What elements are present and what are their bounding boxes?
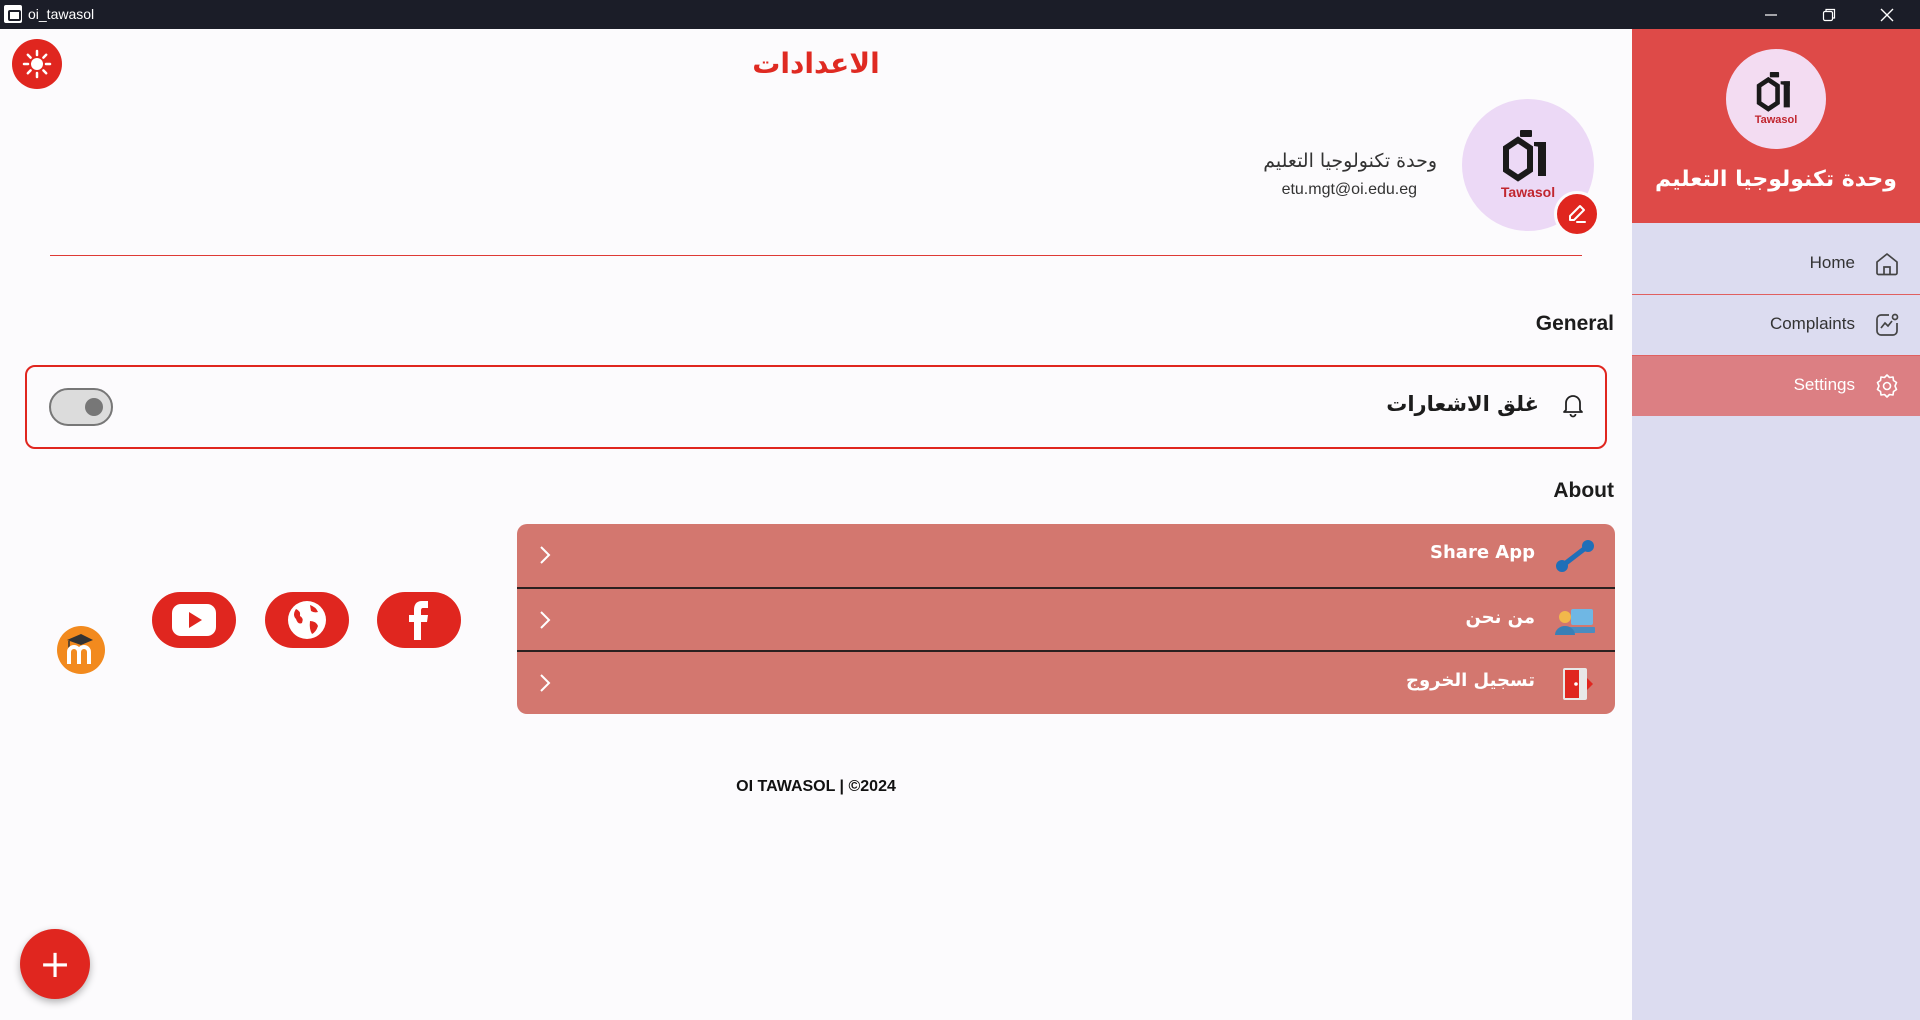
window-titlebar: oi_tawasol	[0, 0, 1920, 29]
profile-avatar: Tawasol	[1462, 99, 1600, 237]
toggle-knob	[85, 398, 103, 416]
app-icon	[4, 5, 22, 23]
globe-icon	[288, 601, 326, 639]
sidebar: Tawasol وحدة تكنولوجيا التعليم Home Comp…	[1632, 29, 1920, 1020]
website-button[interactable]	[265, 592, 349, 648]
share-app-label: Share App	[1430, 542, 1535, 563]
page-title: الاعدادات	[752, 47, 880, 80]
sidebar-logo-text: Tawasol	[1754, 114, 1798, 126]
settings-icon	[1876, 374, 1898, 398]
divider	[50, 255, 1582, 256]
logo-text: Tawasol	[1500, 184, 1556, 200]
logout-label: تسجيل الخروج	[1406, 670, 1535, 691]
pencil-icon	[1569, 205, 1586, 223]
chevron-right-icon	[540, 611, 551, 629]
footer-copyright: OI TAWASOL | ©2024	[736, 778, 896, 795]
sidebar-item-label: Home	[1809, 253, 1855, 272]
share-app-row[interactable]: Share App	[517, 524, 1615, 587]
moodle-icon	[67, 634, 93, 664]
edit-profile-button[interactable]	[1554, 191, 1600, 237]
about-us-label: من نحن	[1465, 607, 1535, 628]
about-us-icon	[1555, 609, 1595, 635]
notifications-label: غلق الاشعارات	[1386, 392, 1539, 416]
close-button[interactable]	[1858, 0, 1916, 29]
profile-name: وحدة تكنولوجيا التعليم	[1263, 150, 1437, 172]
sidebar-item-label: Settings	[1793, 375, 1855, 394]
sidebar-header: Tawasol وحدة تكنولوجيا التعليم	[1632, 29, 1920, 223]
about-section-label: About	[1553, 479, 1614, 502]
oi-logo-icon	[1503, 130, 1546, 182]
home-icon	[1876, 253, 1898, 276]
chevron-right-icon	[540, 546, 551, 564]
oi-logo-icon	[1756, 72, 1790, 112]
general-section-label: General	[1535, 312, 1614, 335]
sidebar-item-home[interactable]: Home	[1632, 234, 1920, 294]
moodle-button[interactable]	[57, 626, 105, 674]
sidebar-item-label: Complaints	[1769, 314, 1855, 333]
profile-email: etu.mgt@oi.edu.eg	[1281, 181, 1417, 198]
restore-button[interactable]	[1800, 0, 1858, 29]
notifications-setting: غلق الاشعارات	[25, 365, 1607, 449]
about-us-row[interactable]: من نحن	[517, 587, 1615, 650]
minimize-icon	[1765, 13, 1777, 16]
restore-icon	[1822, 8, 1836, 21]
youtube-icon	[172, 604, 216, 636]
logout-icon	[1563, 668, 1593, 700]
sidebar-item-settings[interactable]: Settings	[1632, 356, 1920, 416]
settings-page: الاعدادات Tawasol وحدة تكنولوجيا التعليم…	[0, 29, 1632, 1020]
sidebar-title: وحدة تكنولوجيا التعليم	[1655, 167, 1897, 192]
facebook-button[interactable]	[377, 592, 461, 648]
sidebar-logo: Tawasol	[1726, 49, 1826, 149]
sidebar-item-complaints[interactable]: Complaints	[1632, 295, 1920, 355]
window-title: oi_tawasol	[28, 6, 95, 22]
minimize-button[interactable]	[1742, 0, 1800, 29]
complaints-icon	[1876, 313, 1899, 336]
about-list: Share App من نحن تسجيل الخروج	[517, 524, 1615, 714]
chevron-right-icon	[540, 674, 551, 692]
share-icon	[1556, 540, 1594, 572]
facebook-icon	[409, 601, 428, 640]
bell-icon	[1563, 395, 1583, 418]
close-icon	[1880, 8, 1894, 21]
youtube-button[interactable]	[152, 592, 236, 648]
add-button[interactable]: +	[20, 929, 90, 999]
logout-row[interactable]: تسجيل الخروج	[517, 650, 1615, 713]
notifications-toggle[interactable]	[49, 388, 113, 426]
